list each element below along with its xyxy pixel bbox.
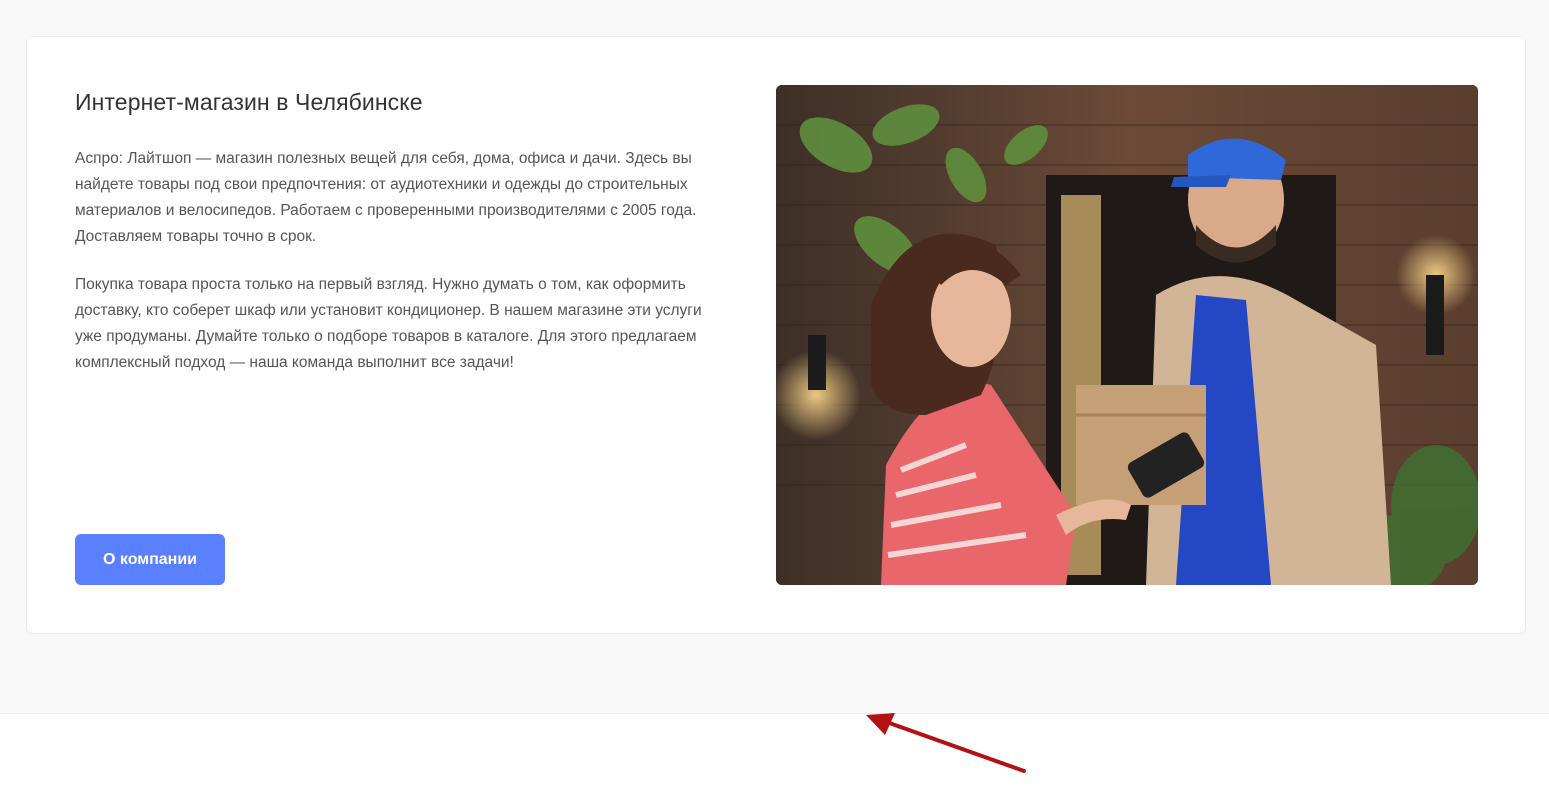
delivery-photo: [776, 85, 1478, 585]
about-paragraph-2: Покупка товара проста только на первый в…: [75, 276, 702, 371]
about-card: Интернет-магазин в Челябинске Аспро: Лай…: [26, 36, 1526, 634]
about-company-button[interactable]: О компании: [75, 534, 225, 585]
about-paragraph-1: Аспро: Лайтшоп — магазин полезных вещей …: [75, 150, 697, 245]
section-title: Интернет-магазин в Челябинске: [75, 89, 423, 115]
